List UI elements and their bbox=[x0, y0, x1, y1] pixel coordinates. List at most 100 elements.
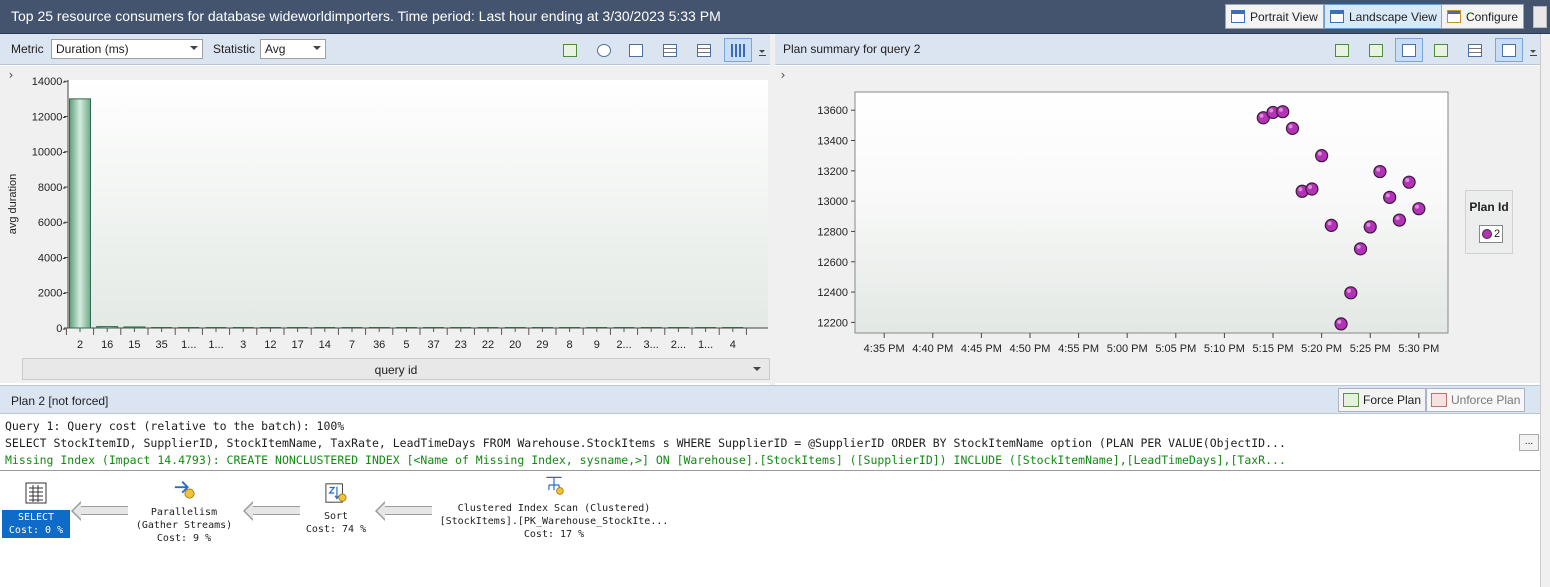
xaxis-selector[interactable]: query id bbox=[22, 358, 770, 380]
plan-point-highlight bbox=[1317, 151, 1322, 156]
grid-view-button[interactable] bbox=[656, 38, 684, 62]
x-tick-label: 7 bbox=[349, 339, 355, 351]
plan-marker-icon bbox=[1481, 229, 1492, 239]
y-tick-label: 13600 bbox=[817, 105, 848, 117]
compare-plans-button[interactable] bbox=[1395, 38, 1423, 62]
plan-point-highlight bbox=[1415, 204, 1420, 209]
plan-point bbox=[1412, 202, 1426, 216]
expand-icon[interactable]: › bbox=[772, 68, 794, 82]
sort-operator-icon bbox=[325, 483, 347, 503]
portrait-view-button[interactable]: Portrait View bbox=[1225, 4, 1324, 29]
y-tick-label: 0- bbox=[56, 323, 66, 335]
x-tick-label: 4:50 PM bbox=[1009, 343, 1050, 355]
x-tick-label: 35 bbox=[155, 339, 167, 351]
x-tick-label: 8 bbox=[567, 339, 573, 351]
plan-node-sort[interactable]: Sort Cost: 74 % bbox=[300, 482, 372, 536]
plan-node-parallelism[interactable]: Parallelism (Gather Streams) Cost: 9 % bbox=[128, 478, 240, 545]
vertical-scrollbar[interactable] bbox=[1540, 34, 1550, 587]
refresh-button[interactable] bbox=[556, 38, 584, 62]
unforce-plan-button[interactable]: Unforce Plan bbox=[1426, 388, 1526, 412]
x-tick-label: 4:40 PM bbox=[912, 343, 953, 355]
sort-node-cost: Cost: 74 % bbox=[305, 524, 367, 535]
plan-refresh-button[interactable] bbox=[1328, 38, 1356, 62]
plan-point-highlight bbox=[1356, 244, 1361, 249]
statistic-select[interactable]: Avg bbox=[260, 39, 326, 59]
plan-point bbox=[1324, 218, 1338, 232]
plan-point-highlight bbox=[1298, 187, 1303, 192]
bar-query-2 bbox=[69, 98, 91, 329]
configure-button[interactable]: Configure bbox=[1441, 4, 1525, 29]
plan-point bbox=[1344, 286, 1358, 300]
scan-node-cost: Cost: 17 % bbox=[523, 529, 585, 540]
x-tick-label: 5:25 PM bbox=[1350, 343, 1391, 355]
plan-node-select[interactable]: SELECT Cost: 0 % bbox=[2, 482, 70, 538]
unforce-plan-toolbar-button[interactable] bbox=[1427, 38, 1455, 62]
x-tick-label: 1... bbox=[208, 339, 223, 351]
y-tick-label: 13200 bbox=[817, 166, 848, 178]
legend-item-plan-2[interactable]: 2 bbox=[1479, 225, 1503, 243]
x-tick-label: 3 bbox=[240, 339, 246, 351]
grid-compact-button[interactable] bbox=[690, 38, 718, 62]
bar-query-16 bbox=[96, 326, 119, 329]
unforce-plan-icon bbox=[1431, 393, 1447, 407]
track-query-button[interactable] bbox=[590, 38, 618, 62]
x-tick-label: 5:10 PM bbox=[1204, 343, 1245, 355]
title-bar: Top 25 resource consumers for database w… bbox=[0, 0, 1550, 34]
force-plan-toolbar-button[interactable] bbox=[1362, 38, 1390, 62]
legend-item-label: 2 bbox=[1493, 228, 1501, 240]
metric-select[interactable]: Duration (ms) bbox=[51, 39, 203, 59]
unforce-plan-label: Unforce Plan bbox=[1451, 393, 1521, 407]
force-plan-label: Force Plan bbox=[1363, 393, 1422, 407]
plan-point bbox=[1353, 242, 1368, 256]
query-text-area[interactable]: Query 1: Query cost (relative to the bat… bbox=[0, 416, 1540, 471]
more-text-button[interactable]: ... bbox=[1519, 434, 1539, 451]
plan-point-highlight bbox=[1259, 113, 1264, 118]
x-tick-label: 23 bbox=[455, 339, 467, 351]
metric-value: Duration (ms) bbox=[56, 42, 129, 56]
statistic-value: Avg bbox=[265, 42, 286, 56]
y-tick-label: 6000- bbox=[38, 217, 66, 229]
chevron-down-icon bbox=[753, 367, 761, 371]
plan-flow-arrow bbox=[71, 501, 128, 521]
configure-label: Configure bbox=[1466, 9, 1519, 24]
force-plan-icon bbox=[1343, 393, 1359, 407]
query-sql-line: SELECT StockItemID, SupplierID, StockIte… bbox=[5, 436, 1286, 450]
execution-plan-diagram: SELECT Cost: 0 % Parallelism (Gather Str… bbox=[0, 472, 1540, 587]
x-tick-label: 9 bbox=[594, 339, 600, 351]
y-tick-label: 14000- bbox=[32, 76, 67, 88]
landscape-view-button[interactable]: Landscape View bbox=[1324, 4, 1443, 29]
missing-index-line[interactable]: Missing Index (Impact 14.4793): CREATE N… bbox=[5, 453, 1515, 467]
portrait-view-label: Portrait View bbox=[1250, 9, 1318, 24]
parallelism-node-sub: (Gather Streams) bbox=[135, 520, 233, 531]
plan-point-highlight bbox=[1405, 178, 1410, 183]
plan-node-clustered-index-scan[interactable]: Clustered Index Scan (Clustered) [StockI… bbox=[434, 474, 674, 541]
x-tick-label: 14 bbox=[319, 339, 331, 351]
plan-toolbar: Plan 2 [not forced] Force Plan Unforce P… bbox=[0, 385, 1540, 414]
refresh-icon bbox=[1335, 43, 1349, 57]
chart-view-button[interactable] bbox=[724, 38, 752, 62]
force-plan-button[interactable]: Force Plan bbox=[1338, 388, 1427, 412]
x-tick-label: 5:30 PM bbox=[1398, 343, 1439, 355]
plan-point bbox=[1363, 220, 1377, 234]
view-plan-button[interactable] bbox=[622, 38, 650, 62]
x-tick-label: 37 bbox=[427, 339, 439, 351]
plan-grid-button[interactable] bbox=[1461, 38, 1489, 62]
plan-chart-button[interactable] bbox=[1495, 38, 1523, 62]
left-pane-toolbar: Metric Duration (ms) Statistic Avg bbox=[0, 34, 770, 65]
table-icon bbox=[697, 43, 711, 57]
x-tick-label: 2... bbox=[616, 339, 631, 351]
title-scroll-handle[interactable] bbox=[1533, 6, 1547, 28]
y-tick-label: 13400 bbox=[817, 136, 848, 148]
clustered-index-scan-icon bbox=[546, 476, 564, 495]
view-plan-icon bbox=[629, 43, 643, 57]
plan-legend: Plan Id 2 bbox=[1465, 190, 1513, 254]
plan-point bbox=[1315, 149, 1329, 163]
x-tick-label: 1... bbox=[698, 339, 713, 351]
force-plan-icon bbox=[1369, 43, 1383, 57]
overflow-menu-icon[interactable] bbox=[1530, 48, 1538, 58]
compare-plans-icon bbox=[1402, 43, 1416, 57]
legend-title: Plan Id bbox=[1469, 200, 1509, 214]
overflow-menu-icon[interactable] bbox=[759, 48, 767, 58]
plan-point-highlight bbox=[1278, 107, 1283, 112]
query-store-window: Top 25 resource consumers for database w… bbox=[0, 0, 1550, 587]
